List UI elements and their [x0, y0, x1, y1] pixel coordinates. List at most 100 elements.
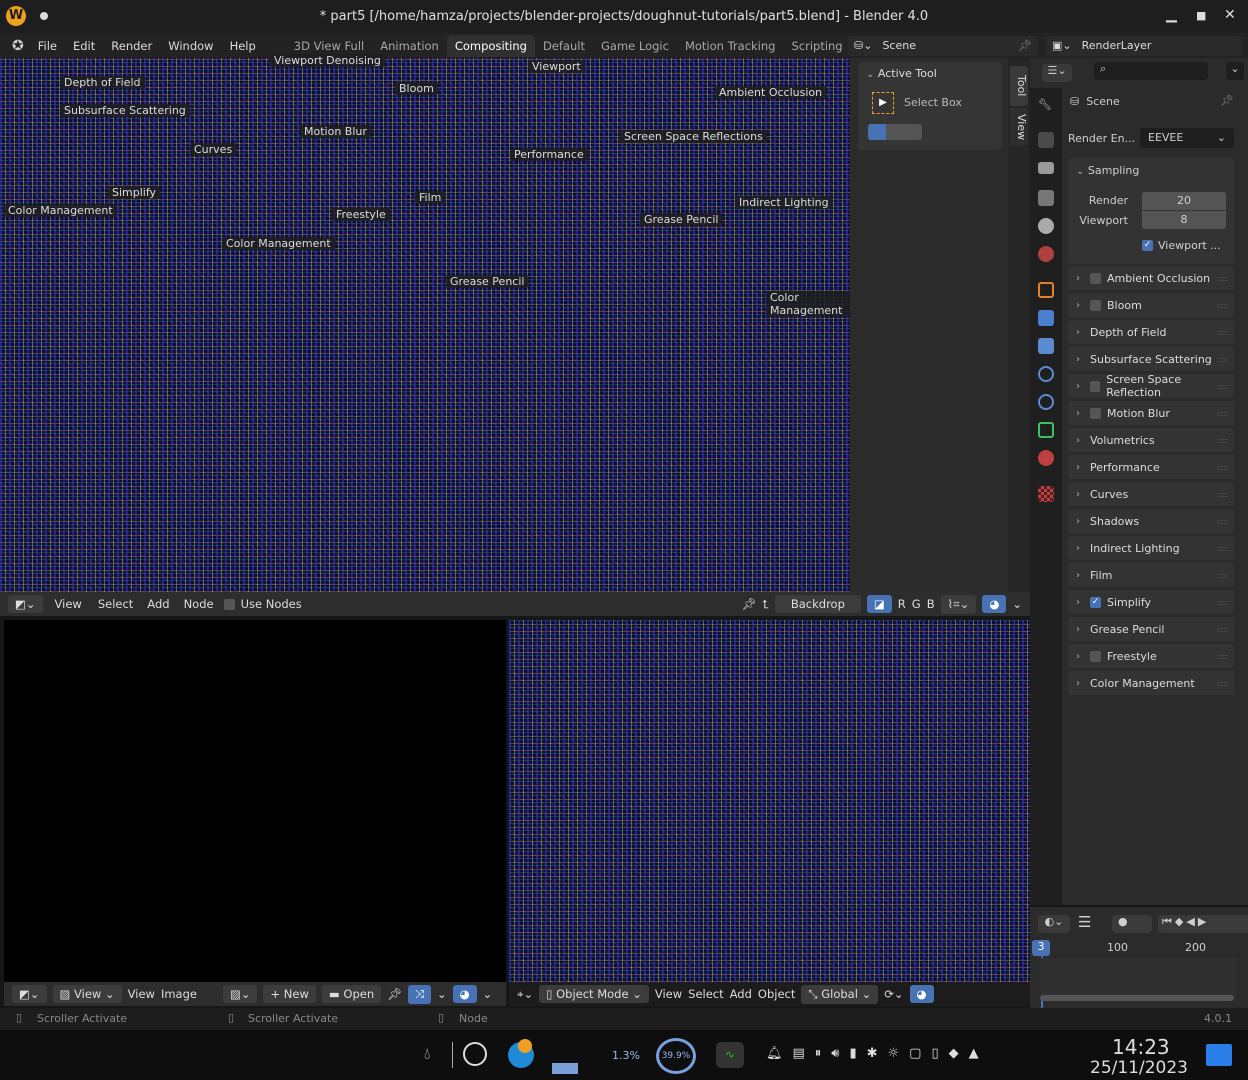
drag-handle-icon[interactable]: :::: [1217, 652, 1228, 661]
drag-handle-icon[interactable]: :::: [1217, 517, 1228, 526]
drag-handle-icon[interactable]: :::: [1217, 301, 1228, 310]
viewport-samples-field[interactable]: 8 [1142, 211, 1226, 229]
parent-node-icon[interactable]: ⮤ [762, 597, 769, 612]
editor-type-icon[interactable]: ◩⌄ [8, 595, 43, 613]
tab-motion-tracking[interactable]: Motion Tracking [677, 35, 784, 57]
panel-shadows[interactable]: › Shadows:::: [1068, 509, 1234, 533]
panel-color-management[interactable]: › Color Management:::: [1068, 671, 1234, 695]
cpu-graph-icon[interactable] [552, 1038, 578, 1074]
viewport-denoise-checkbox[interactable]: ✓ Viewport ... [1142, 239, 1221, 252]
menu-add[interactable]: Add [730, 987, 752, 1001]
search-input[interactable]: ⌕ [1094, 62, 1208, 80]
editor-type-icon[interactable]: ☰⌄ [1042, 64, 1072, 82]
cpu-usage[interactable]: 1.3% [604, 1042, 648, 1070]
circle-icon[interactable] [463, 1042, 487, 1066]
pin-icon[interactable]: 📌︎ [1220, 94, 1234, 107]
object-tab-icon[interactable] [1038, 282, 1054, 298]
menu-icon[interactable]: ☰ [1078, 913, 1091, 931]
tab-game-logic[interactable]: Game Logic [593, 35, 677, 57]
use-nodes-checkbox[interactable] [223, 598, 235, 610]
overlay-icon[interactable]: ◕ [982, 595, 1007, 613]
corrupted-3d-viewport[interactable] [509, 620, 1030, 982]
menu-add[interactable]: Add [143, 597, 173, 611]
editor-type-icon[interactable]: ◩⌄ [12, 985, 47, 1003]
drag-handle-icon[interactable]: :::: [1217, 463, 1228, 472]
tab-scripting[interactable]: Scripting [783, 35, 850, 57]
tab-view[interactable]: View [1010, 108, 1028, 146]
drag-handle-icon[interactable]: :::: [1217, 571, 1228, 580]
render-tab-icon[interactable] [1038, 132, 1054, 148]
minimize-button[interactable]: ▁ [1166, 7, 1177, 23]
mode-new-icon[interactable] [868, 124, 886, 140]
blender-icon[interactable]: ✪ [0, 38, 30, 54]
playback-controls[interactable]: ⏮◆◀▶ [1158, 915, 1248, 933]
texture-tab-icon[interactable] [1038, 486, 1054, 502]
panel-screen-space-reflection[interactable]: › Screen Space Reflection:::: [1068, 373, 1234, 399]
options-dropdown[interactable]: ⌄ [1226, 62, 1244, 80]
pin-icon[interactable]: 📌︎ [1018, 39, 1032, 52]
enable-checkbox[interactable] [1090, 650, 1101, 662]
panel-motion-blur[interactable]: › Motion Blur:::: [1068, 401, 1234, 425]
tool-tab-icon[interactable]: 🔧︎ [1038, 98, 1054, 114]
channel-g[interactable]: G [912, 597, 921, 611]
image-editor-canvas[interactable] [4, 620, 506, 982]
particles-tab-icon[interactable] [1038, 338, 1054, 354]
show-desktop-icon[interactable] [1206, 1044, 1232, 1066]
enable-checkbox[interactable] [1089, 380, 1101, 392]
snap-icon[interactable]: ⌇⌗⌄ [940, 594, 977, 614]
render-engine-dropdown[interactable]: EEVEE ⌄ [1140, 128, 1234, 148]
view-layer-tab-icon[interactable] [1038, 190, 1054, 206]
clock-date[interactable]: 25/11/2023 [1090, 1058, 1188, 1078]
drag-handle-icon[interactable]: :::: [1217, 625, 1228, 634]
tray-icons[interactable]: 🔔︎▤⏸🔊︎▮✱☼▢▯◆▲ [766, 1046, 989, 1061]
timeline-area[interactable] [1040, 958, 1236, 998]
uv-sync-icon[interactable]: ⤨ [407, 984, 431, 1004]
menu-view[interactable]: View [49, 597, 88, 611]
pin-icon[interactable]: 📌︎ [741, 597, 756, 611]
menu-image[interactable]: Image [161, 987, 197, 1001]
drag-handle-icon[interactable]: :::: [1217, 490, 1228, 499]
drag-handle-icon[interactable]: :::: [1217, 679, 1228, 688]
orientation-dropdown[interactable]: ⤡ Global ⌄ [801, 984, 879, 1004]
world-tab-icon[interactable] [1038, 246, 1054, 262]
weather-icon[interactable] [508, 1039, 534, 1068]
mode-dropdown[interactable]: ▯ Object Mode ⌄ [539, 985, 649, 1003]
corrupted-viewport[interactable]: Viewport Denoising Viewport Depth of Fie… [0, 54, 850, 592]
horizontal-scrollbar[interactable] [1040, 995, 1234, 1001]
tab-tool[interactable]: Tool [1010, 66, 1028, 106]
sampling-header[interactable]: ⌄ Sampling [1076, 164, 1139, 177]
maximize-button[interactable]: ■ [1196, 9, 1206, 22]
pivot-icon[interactable]: ⟳⌄ [884, 987, 903, 1001]
panel-volumetrics[interactable]: › Volumetrics:::: [1068, 428, 1234, 452]
material-tab-icon[interactable] [1038, 450, 1054, 466]
scene-tab-icon[interactable] [1038, 218, 1054, 234]
select-box-tool-icon[interactable]: ▶ [872, 92, 894, 114]
image-browse-icon[interactable]: ▨⌄ [222, 985, 258, 1003]
panel-indirect-lighting[interactable]: › Indirect Lighting:::: [1068, 536, 1234, 560]
menu-window[interactable]: Window [160, 39, 221, 53]
menu-file[interactable]: File [30, 39, 65, 53]
data-tab-icon[interactable] [1038, 422, 1054, 438]
menu-select[interactable]: Select [688, 987, 723, 1001]
active-tool-header[interactable]: ⌄ Active Tool [866, 67, 937, 80]
channel-r[interactable]: R [898, 597, 906, 611]
panel-bloom[interactable]: › Bloom:::: [1068, 293, 1234, 317]
menu-object[interactable]: Object [758, 987, 795, 1001]
scene-selector[interactable]: ⛁⌄ Scene 📌︎ [848, 35, 1038, 56]
panel-performance[interactable]: › Performance:::: [1068, 455, 1234, 479]
tab-compositing[interactable]: Compositing [446, 34, 535, 57]
pin-icon[interactable]: 📌︎ [387, 987, 402, 1001]
constraints-tab-icon[interactable] [1038, 394, 1054, 410]
output-tab-icon[interactable] [1038, 162, 1054, 174]
panel-subsurface-scattering[interactable]: › Subsurface Scattering:::: [1068, 347, 1234, 371]
enable-checkbox[interactable]: ✓ [1090, 596, 1101, 608]
tab-default[interactable]: Default [535, 35, 593, 57]
mode-subtract-icon[interactable] [904, 124, 922, 140]
enable-checkbox[interactable] [1090, 299, 1101, 311]
panel-film[interactable]: › Film:::: [1068, 563, 1234, 587]
modifier-tab-icon[interactable] [1038, 310, 1054, 326]
drag-handle-icon[interactable]: :::: [1217, 274, 1228, 283]
channel-b[interactable]: B [927, 597, 935, 611]
drag-handle-icon[interactable]: :::: [1217, 355, 1228, 364]
editor-type-icon[interactable]: ◐⌄ [1038, 915, 1070, 933]
